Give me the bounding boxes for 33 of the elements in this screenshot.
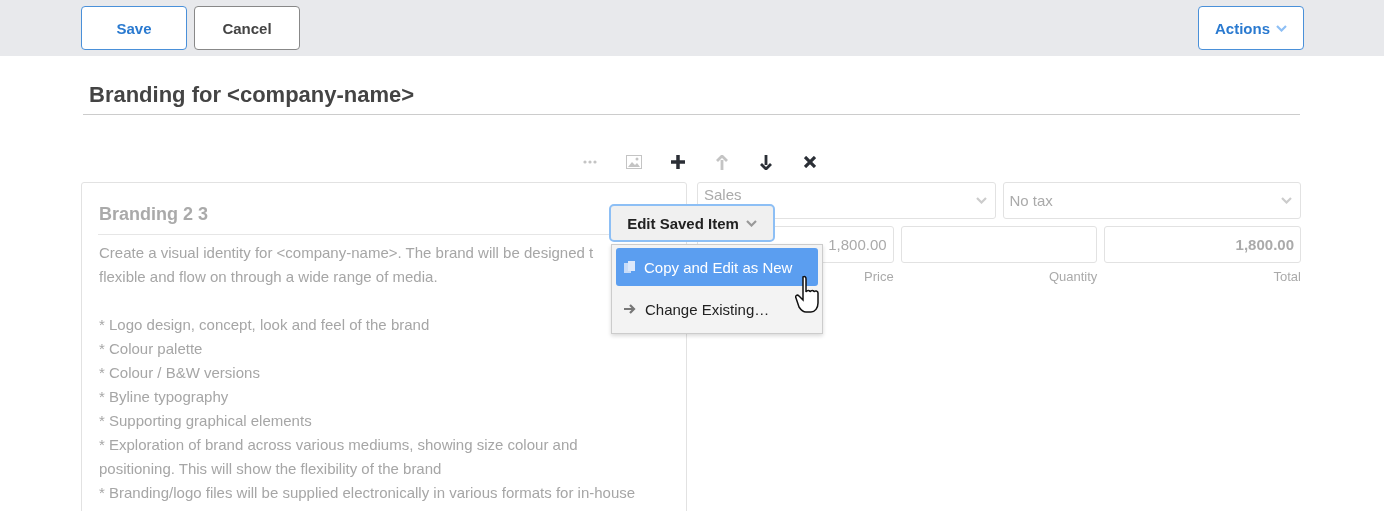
description-line: * Logo design, concept, look and feel of the brand [99,315,430,335]
description-line: * Exploration of brand across various mediums, showing size colour and [99,435,578,455]
description-line: * Supporting graphical elements [99,411,312,431]
page-title: Branding for <company-name> [83,82,1300,115]
actions-button[interactable]: Actions [1198,6,1304,50]
description-line: * Byline typography [99,387,229,407]
copy-icon [624,261,635,273]
field-label: Total [1272,269,1301,284]
arrow-up-icon [716,154,728,170]
amount-field[interactable]: 1,800.00 [1104,226,1301,263]
arrow-down-icon [760,154,772,170]
description-line: flexible and flow on through a wide range of media. [99,267,438,287]
description-line: positioning. This will show the flexibility of the brand [99,459,442,479]
chevron-down-icon [745,219,757,227]
chevron-down-icon [1276,24,1287,32]
chevron-down-icon [1281,197,1292,204]
edit-saved-item-button[interactable]: Edit Saved Item [609,204,775,242]
description-line: Create a visual identity for <company-name>. The brand will be designed t [99,243,594,263]
amount-field[interactable] [900,226,1098,263]
plus-icon [671,155,685,169]
menu-item[interactable]: Copy and Edit as New [616,248,818,286]
save-button[interactable]: Save [81,6,187,50]
tax-select[interactable]: No tax [1002,182,1301,219]
chevron-down-icon [975,197,987,204]
cancel-button[interactable]: Cancel [194,6,300,50]
arrow-right-icon [624,304,636,314]
description-line: * Colour / B&W versions [99,363,260,383]
image-icon [626,155,642,169]
description-line: * Branding/logo files will be supplied electronically in various formats for in-house [99,483,636,503]
description-line: * Colour palette [99,339,203,359]
field-label: Quantity [1047,269,1098,284]
close-icon [804,156,816,168]
more-icon [583,160,597,164]
